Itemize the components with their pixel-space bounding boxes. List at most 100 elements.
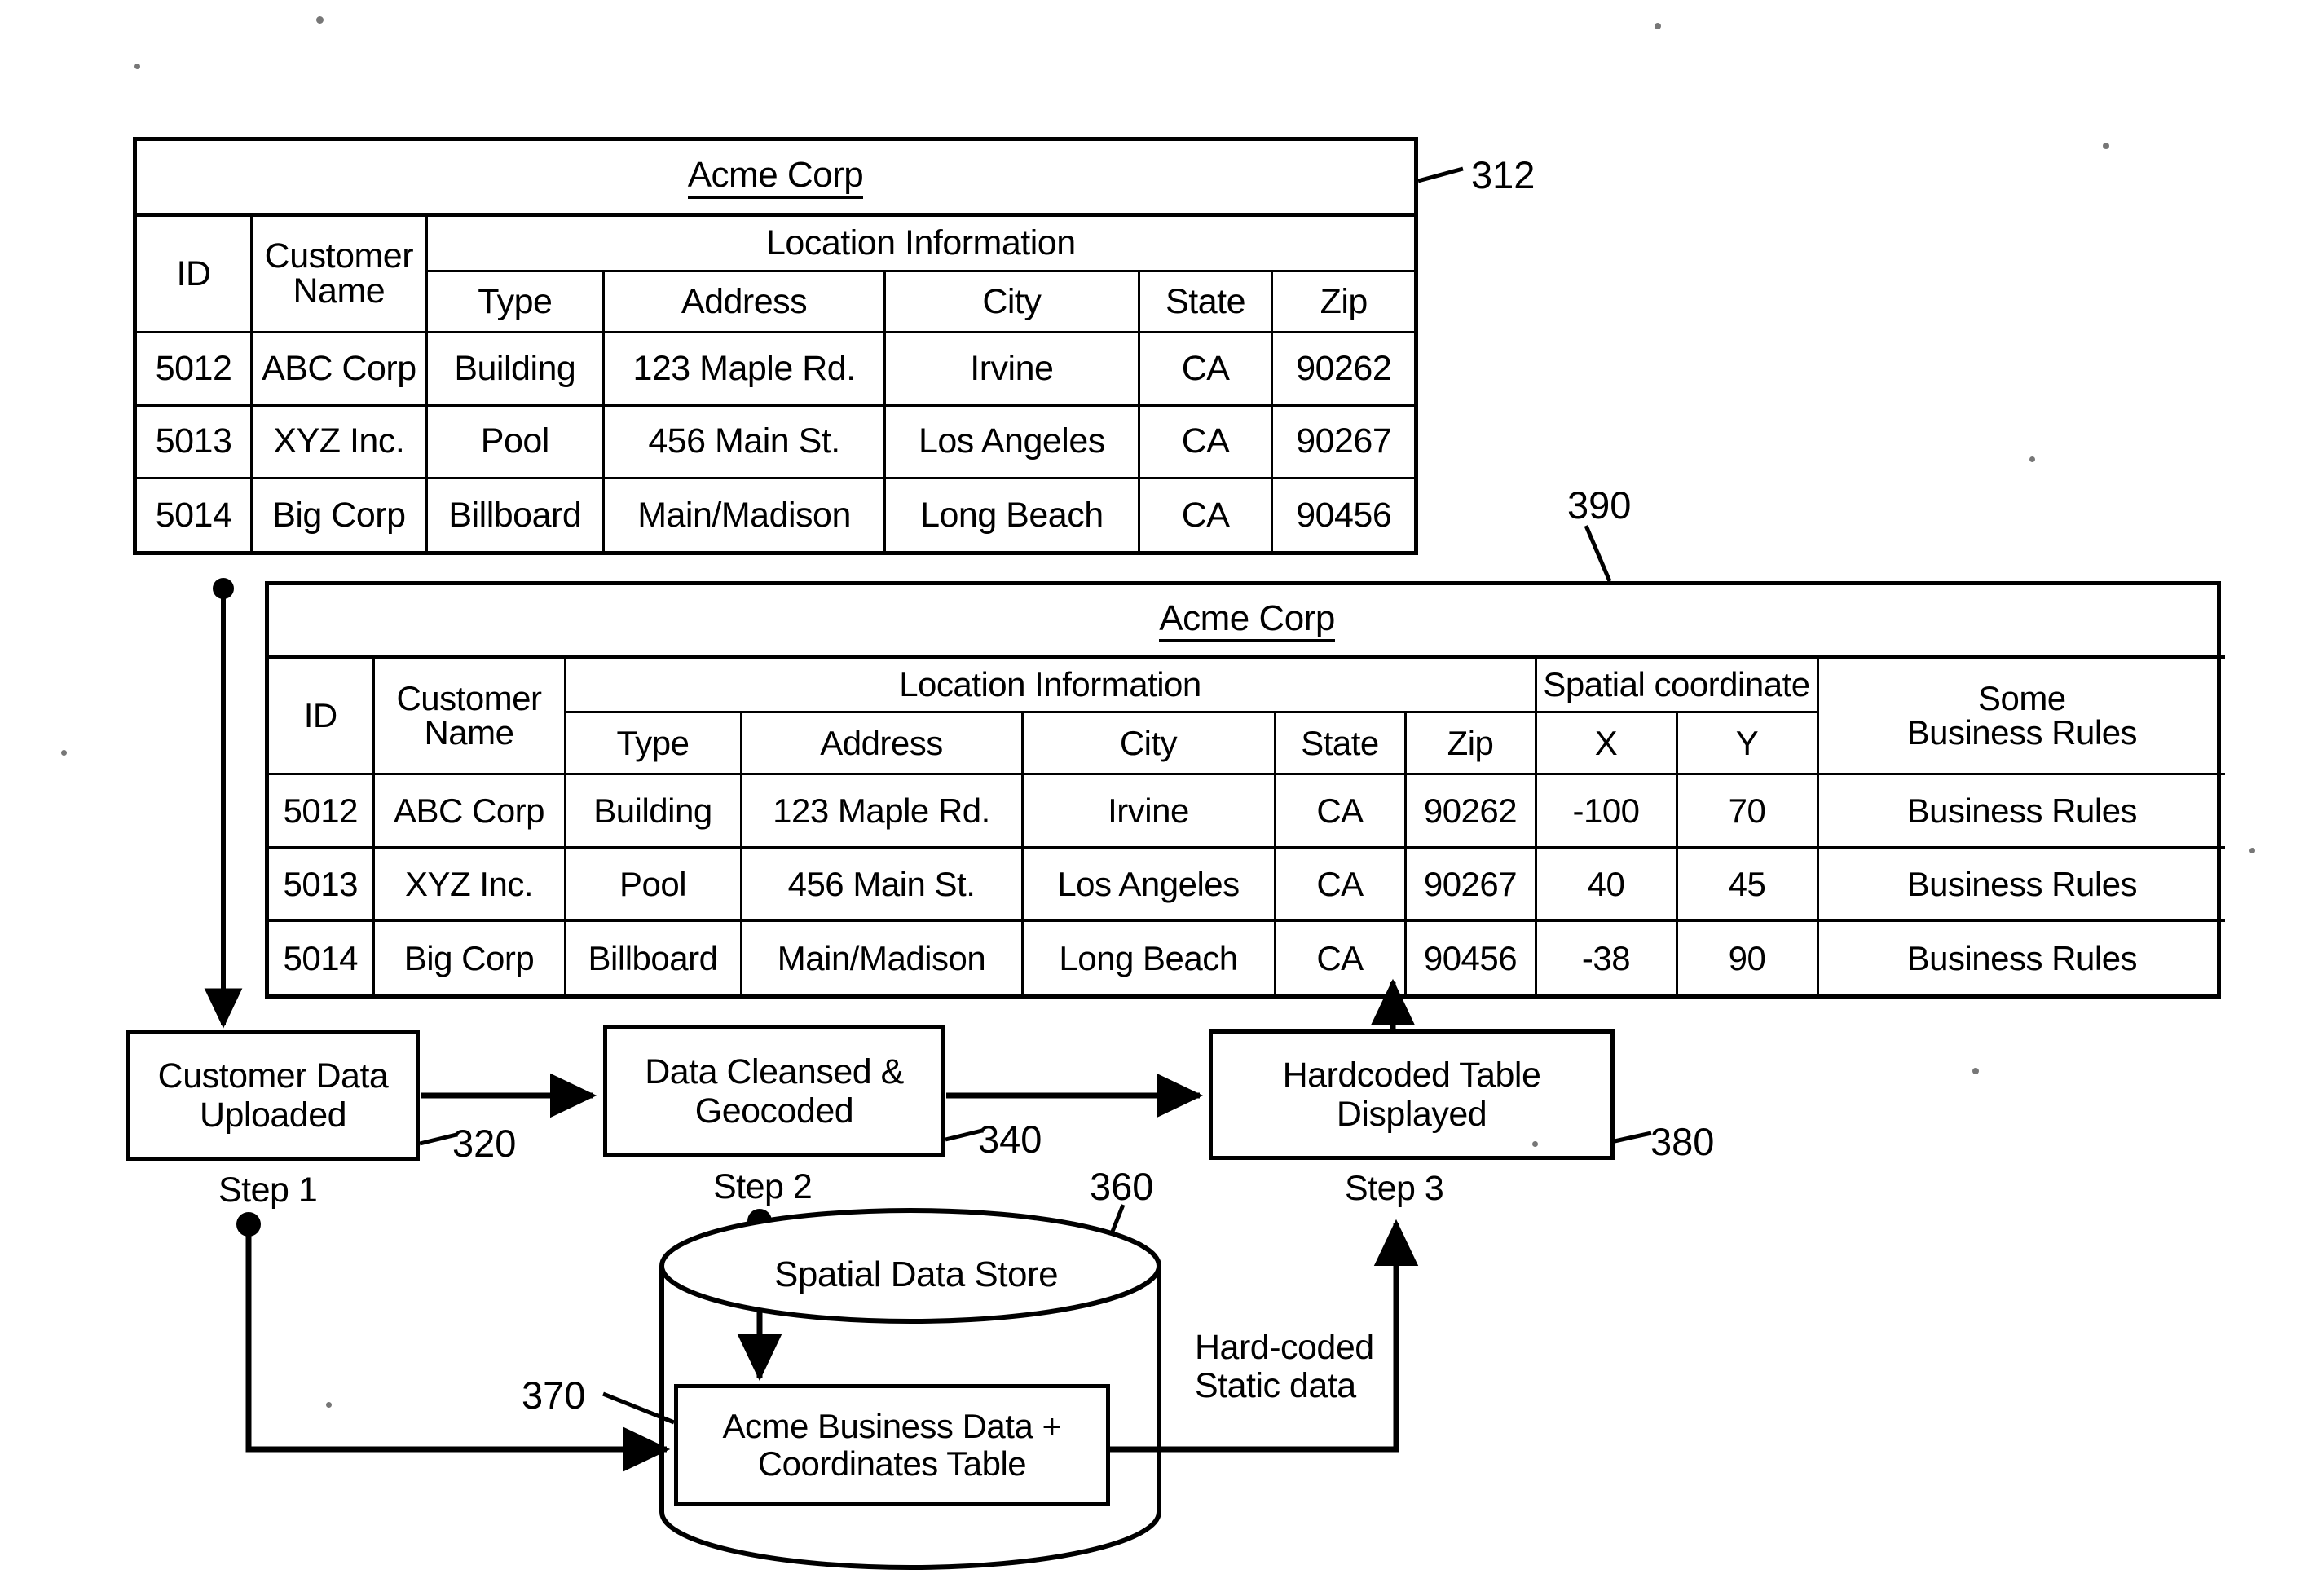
cell-customer-name: Big Corp — [250, 477, 428, 551]
cell-state: CA — [1137, 331, 1274, 407]
table312-header-customer-name: Customer Name — [250, 214, 428, 334]
cell-customer-name: XYZ Inc. — [250, 403, 428, 480]
cell-id: 5014 — [269, 919, 375, 994]
cell-customer-name: Big Corp — [372, 919, 566, 994]
cell-y: 90 — [1675, 919, 1819, 994]
cell-type: Billboard — [425, 477, 606, 551]
table312-header-id: ID — [137, 214, 253, 334]
table390-header-y: Y — [1675, 711, 1819, 775]
cell-customer-name: ABC Corp — [250, 331, 428, 407]
table312-header-city: City — [883, 269, 1140, 334]
table390-header-zip: Zip — [1403, 711, 1537, 775]
leader-390 — [1584, 525, 1612, 582]
scan-speck — [316, 16, 324, 24]
box340-line1: Data Cleansed & — [645, 1052, 904, 1091]
table390-header-customer-name: Customer Name — [372, 655, 566, 775]
step-label-2: Step 2 — [713, 1167, 813, 1206]
cell-customer-name: XYZ Inc. — [372, 846, 566, 923]
table390-header-id: ID — [269, 655, 375, 775]
cell-id: 5013 — [269, 846, 375, 923]
cell-city: Long Beach — [1020, 919, 1276, 994]
box340-line2: Geocoded — [694, 1091, 854, 1131]
ref-numeral-380: 380 — [1650, 1120, 1715, 1163]
customer-data-table-312: Acme Corp ID Customer Name Location Info… — [133, 137, 1418, 555]
ref-numeral-370: 370 — [522, 1373, 586, 1417]
scan-speck — [2029, 456, 2035, 462]
cell-customer-name: ABC Corp — [372, 772, 566, 849]
table390-header-state: State — [1273, 711, 1407, 775]
box320-line1: Customer Data — [157, 1056, 389, 1096]
cell-id: 5014 — [137, 477, 253, 551]
leader-360 — [1102, 1204, 1126, 1253]
table390-header-x: X — [1534, 711, 1678, 775]
cell-id: 5013 — [137, 403, 253, 480]
cell-address: Main/Madison — [602, 477, 887, 551]
scan-speck — [2249, 848, 2255, 853]
step-label-1: Step 1 — [218, 1171, 318, 1210]
cell-address: 456 Main St. — [739, 846, 1024, 923]
cell-address: 123 Maple Rd. — [602, 331, 887, 407]
table-row: 5013 XYZ Inc. Pool 456 Main St. Los Ange… — [137, 403, 1414, 480]
ref-numeral-390: 390 — [1567, 483, 1632, 527]
process-box-data-cleansed-geocoded: Data Cleansed & Geocoded — [603, 1025, 945, 1157]
leader-312 — [1417, 166, 1464, 183]
cell-address: Main/Madison — [739, 919, 1024, 994]
cell-id: 5012 — [269, 772, 375, 849]
hardcoded-line2: Static data — [1195, 1366, 1356, 1406]
cell-zip: 90456 — [1403, 919, 1537, 994]
cell-id: 5012 — [137, 331, 253, 407]
cell-type: Building — [425, 331, 606, 407]
cell-city: Irvine — [1020, 772, 1276, 849]
figure-canvas: Acme Corp ID Customer Name Location Info… — [0, 0, 2300, 1596]
spatial-data-store-label: Spatial Data Store — [774, 1254, 1059, 1294]
cell-business-rules: Business Rules — [1816, 846, 2226, 923]
scan-speck — [1972, 1068, 1979, 1074]
scan-speck — [134, 64, 140, 69]
hardcoded-line1: Hard-coded — [1195, 1328, 1374, 1367]
cell-business-rules: Business Rules — [1816, 919, 2226, 994]
table-row: 5014 Big Corp Billboard Main/Madison Lon… — [269, 919, 2226, 994]
leader-380 — [1614, 1131, 1652, 1144]
geocoded-data-table-390: Acme Corp ID Customer Name Location Info… — [265, 581, 2226, 999]
hardcoded-static-data-note: Hard-coded Static data — [1195, 1328, 1374, 1406]
table390-header-spatial-coordinate: Spatial coordinate — [1534, 655, 1819, 714]
table390-header-business-rules: Some Business Rules — [1816, 655, 2226, 775]
table312-header-type: Type — [425, 269, 606, 334]
box380-line1: Hardcoded Table — [1282, 1055, 1541, 1095]
cell-type: Pool — [563, 846, 742, 923]
cell-type: Billboard — [563, 919, 742, 994]
cell-zip: 90262 — [1271, 331, 1414, 407]
cell-city: Los Angeles — [883, 403, 1140, 480]
cell-state: CA — [1273, 846, 1407, 923]
cell-zip: 90456 — [1271, 477, 1414, 551]
box380-line2: Displayed — [1336, 1095, 1487, 1134]
cell-type: Building — [563, 772, 742, 849]
cell-address: 456 Main St. — [602, 403, 887, 480]
scan-speck — [1532, 1141, 1538, 1147]
cell-state: CA — [1137, 403, 1274, 480]
scan-speck — [61, 750, 67, 756]
table312-title: Acme Corp — [137, 141, 1414, 218]
connector-dot-312 — [213, 578, 234, 599]
ref-numeral-340: 340 — [978, 1118, 1042, 1161]
cell-type: Pool — [425, 403, 606, 480]
table312-header-address: Address — [602, 269, 887, 334]
table312-header-location-information: Location Information — [425, 214, 1414, 272]
process-box-customer-data-uploaded: Customer Data Uploaded — [126, 1030, 420, 1161]
table-row: 5014 Big Corp Billboard Main/Madison Lon… — [137, 477, 1414, 551]
table-row: 5012 ABC Corp Building 123 Maple Rd. Irv… — [269, 772, 2226, 849]
ref-numeral-320: 320 — [452, 1122, 517, 1165]
table312-header-state: State — [1137, 269, 1274, 334]
cell-zip: 90262 — [1403, 772, 1537, 849]
table390-title: Acme Corp — [269, 585, 2226, 659]
table390-header-type: Type — [563, 711, 742, 775]
cell-y: 45 — [1675, 846, 1819, 923]
box320-line2: Uploaded — [199, 1096, 347, 1135]
cell-business-rules: Business Rules — [1816, 772, 2226, 849]
table390-header-address: Address — [739, 711, 1024, 775]
cell-zip: 90267 — [1271, 403, 1414, 480]
leader-370 — [602, 1391, 675, 1425]
table-row: 5012 ABC Corp Building 123 Maple Rd. Irv… — [137, 331, 1414, 407]
cell-zip: 90267 — [1403, 846, 1537, 923]
cell-address: 123 Maple Rd. — [739, 772, 1024, 849]
